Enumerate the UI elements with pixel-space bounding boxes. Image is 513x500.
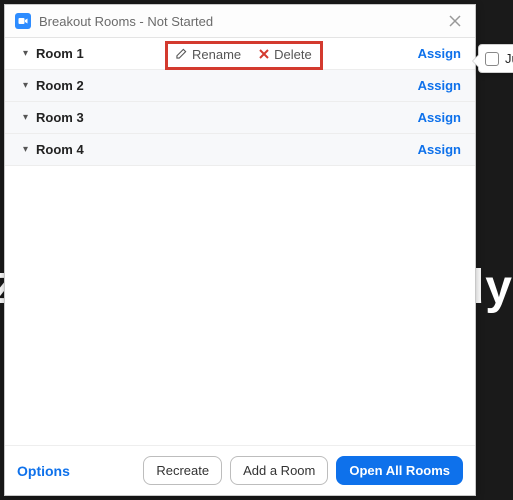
open-all-rooms-button[interactable]: Open All Rooms xyxy=(336,456,463,485)
caret-down-icon: ▾ xyxy=(23,112,28,123)
caret-down-icon: ▾ xyxy=(23,48,28,59)
delete-button[interactable]: Delete xyxy=(259,47,312,62)
rename-label: Rename xyxy=(192,47,241,62)
breakout-rooms-dialog: Breakout Rooms - Not Started ▾ Room 1 As… xyxy=(4,4,476,496)
add-room-button[interactable]: Add a Room xyxy=(230,456,328,485)
room-name: Room 2 xyxy=(36,78,84,93)
room-row[interactable]: ▾ Room 2 Assign xyxy=(5,70,475,102)
assign-link[interactable]: Assign xyxy=(418,110,461,125)
room-name: Room 3 xyxy=(36,110,84,125)
x-icon xyxy=(259,47,269,62)
room-name: Room 1 xyxy=(36,46,84,61)
titlebar: Breakout Rooms - Not Started xyxy=(5,5,475,38)
room-row[interactable]: ▾ Room 4 Assign xyxy=(5,134,475,166)
pencil-icon xyxy=(176,47,187,62)
assign-link[interactable]: Assign xyxy=(418,78,461,93)
room-row[interactable]: ▾ Room 3 Assign xyxy=(5,102,475,134)
assign-popover: Judy xyxy=(478,44,513,73)
dialog-title: Breakout Rooms - Not Started xyxy=(39,14,445,29)
caret-down-icon: ▾ xyxy=(23,80,28,91)
assign-link[interactable]: Assign xyxy=(418,46,461,61)
recreate-button[interactable]: Recreate xyxy=(143,456,222,485)
dialog-footer: Options Recreate Add a Room Open All Roo… xyxy=(5,445,475,495)
participant-name: Judy xyxy=(505,51,513,66)
room-name: Room 4 xyxy=(36,142,84,157)
row-actions-highlight: Rename Delete xyxy=(165,41,323,70)
assign-link[interactable]: Assign xyxy=(418,142,461,157)
participant-checkbox[interactable] xyxy=(485,52,499,66)
zoom-app-icon xyxy=(15,13,31,29)
delete-label: Delete xyxy=(274,47,312,62)
caret-down-icon: ▾ xyxy=(23,144,28,155)
options-link[interactable]: Options xyxy=(17,463,70,479)
close-button[interactable] xyxy=(445,11,465,31)
rename-button[interactable]: Rename xyxy=(176,47,241,62)
dialog-body xyxy=(5,166,475,445)
